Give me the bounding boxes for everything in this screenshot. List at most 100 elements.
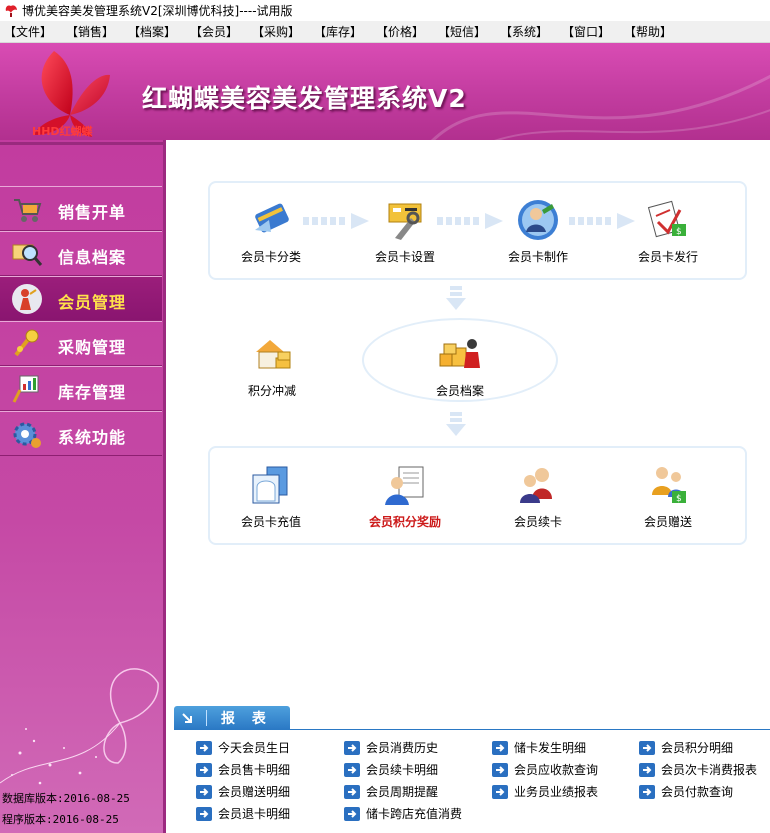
- arrow-right-icon: [196, 762, 212, 777]
- sidebar-item-system[interactable]: 系统功能: [0, 411, 162, 456]
- card-recharge-icon: [252, 466, 288, 504]
- arrow-right-icon: [344, 806, 360, 821]
- sidebar-item-stock[interactable]: 库存管理: [0, 366, 162, 411]
- menu-stock[interactable]: 【库存】: [314, 23, 376, 40]
- menu-sales[interactable]: 【销售】: [66, 23, 128, 40]
- flow-label: 会员卡制作: [507, 250, 568, 264]
- app-title: 红蝴蝶美容美发管理系统V2: [142, 84, 467, 113]
- card-settings-icon: [388, 203, 422, 240]
- arrow-right-icon: [196, 740, 212, 755]
- sidebar: 销售开单 信息档案 会员管理 采购管理 库存管理 系统功能 数据库版本:2016…: [0, 140, 166, 833]
- arrow-right-icon: [492, 740, 508, 755]
- report-link-consumption-history[interactable]: 会员消费历史: [344, 739, 438, 756]
- flow-arrow-down-icon: [446, 412, 466, 436]
- member-card-category-button[interactable]: 会员卡分类: [221, 196, 321, 265]
- member-icon: [12, 284, 42, 314]
- flow-label: 会员卡充值: [240, 515, 301, 529]
- arrow-down-right-icon: [182, 713, 192, 723]
- menu-bar: 【文件】 【销售】 【档案】 【会员】 【采购】 【库存】 【价格】 【短信】 …: [0, 21, 770, 43]
- member-card-settings-button[interactable]: 会员卡设置: [355, 196, 455, 265]
- report-link-cycle-reminder[interactable]: 会员周期提醒: [344, 783, 438, 800]
- arrow-right-icon: [639, 762, 655, 777]
- member-card-issue-button[interactable]: $ 会员卡发行: [618, 196, 718, 265]
- sidebar-item-label: 销售开单: [58, 203, 127, 222]
- flow-label: 会员卡发行: [637, 250, 698, 264]
- arrow-right-icon: [344, 784, 360, 799]
- report-link-stored-card-detail[interactable]: 储卡发生明细: [492, 739, 586, 756]
- butterfly-decoration: [0, 668, 159, 785]
- svg-text:$: $: [676, 227, 682, 237]
- report-divider: [290, 729, 770, 730]
- flow-label: 积分冲减: [247, 384, 296, 398]
- report-link-count-card-report[interactable]: 会员次卡消费报表: [639, 761, 757, 778]
- purchase-icon: [14, 329, 39, 357]
- report-link-card-refund-detail[interactable]: 会员退卡明细: [196, 805, 290, 822]
- cart-icon: [14, 199, 42, 222]
- member-archive-button[interactable]: 会员档案: [410, 330, 510, 399]
- sidebar-item-label: 库存管理: [58, 383, 127, 402]
- sidebar-item-label: 会员管理: [58, 293, 127, 312]
- report-tab-label: 报 表: [221, 711, 272, 727]
- arrow-right-icon: [196, 784, 212, 799]
- gear-icon: [13, 422, 41, 448]
- flow-label: 会员积分奖励: [368, 515, 441, 529]
- report-link-renewal-detail[interactable]: 会员续卡明细: [344, 761, 438, 778]
- svg-text:$: $: [676, 494, 682, 504]
- sidebar-item-sales[interactable]: 销售开单: [0, 186, 162, 231]
- sidebar-item-label: 信息档案: [58, 248, 127, 267]
- arrow-right-icon: [639, 784, 655, 799]
- member-gift-button[interactable]: $ 会员赠送: [618, 461, 718, 530]
- report-link-gift-detail[interactable]: 会员赠送明细: [196, 783, 290, 800]
- report-link-birthday-today[interactable]: 今天会员生日: [196, 739, 290, 756]
- member-archive-icon: [439, 339, 480, 368]
- sidebar-item-label: 采购管理: [58, 338, 127, 357]
- flow-label: 会员卡设置: [374, 250, 435, 264]
- member-renewal-icon: [520, 468, 552, 503]
- swirl-decoration: [431, 74, 770, 140]
- menu-file[interactable]: 【文件】: [4, 23, 66, 40]
- points-reward-icon: [385, 466, 424, 505]
- program-version: 程序版本:2016-08-25: [2, 813, 119, 826]
- member-points-reward-button[interactable]: 会员积分奖励: [355, 461, 455, 530]
- member-renewal-button[interactable]: 会员续卡: [488, 461, 588, 530]
- main-panel: 会员卡分类 会员卡设置 会员卡制作 $ 会员卡发行 积分冲减 会员档案 会员卡充…: [166, 140, 770, 833]
- flow-label: 会员档案: [435, 384, 484, 398]
- arrow-right-icon: [196, 806, 212, 821]
- arrow-right-icon: [492, 762, 508, 777]
- member-gift-icon: $: [652, 467, 686, 504]
- flow-label: 会员赠送: [643, 515, 692, 529]
- report-link-card-sales-detail[interactable]: 会员售卡明细: [196, 761, 290, 778]
- report-link-staff-performance[interactable]: 业务员业绩报表: [492, 783, 598, 800]
- stock-icon: [12, 375, 39, 403]
- menu-system[interactable]: 【系统】: [500, 23, 562, 40]
- sidebar-item-purchase[interactable]: 采购管理: [0, 321, 162, 366]
- menu-help[interactable]: 【帮助】: [624, 23, 686, 40]
- flow-arrow-down-icon: [446, 286, 466, 310]
- db-version: 数据库版本:2016-08-25: [2, 792, 130, 805]
- report-link-points-detail[interactable]: 会员积分明细: [639, 739, 733, 756]
- card-issue-icon: $: [647, 200, 686, 238]
- member-card-recharge-button[interactable]: 会员卡充值: [221, 461, 321, 530]
- points-deduction-button[interactable]: 积分冲减: [222, 330, 322, 399]
- window-title: 博优美容美发管理系统V2[深圳博优科技]----试用版: [22, 4, 293, 18]
- member-card-production-button[interactable]: 会员卡制作: [488, 196, 588, 265]
- report-link-receivables-query[interactable]: 会员应收款查询: [492, 761, 598, 778]
- menu-archive[interactable]: 【档案】: [128, 23, 190, 40]
- arrow-right-icon: [344, 762, 360, 777]
- report-link-payment-query[interactable]: 会员付款查询: [639, 783, 733, 800]
- menu-price[interactable]: 【价格】: [376, 23, 438, 40]
- points-house-icon: [256, 340, 291, 369]
- report-link-cross-store-recharge[interactable]: 储卡跨店充值消费: [344, 805, 462, 822]
- arrow-right-icon: [344, 740, 360, 755]
- sidebar-item-label: 系统功能: [58, 428, 127, 447]
- menu-sms[interactable]: 【短信】: [438, 23, 500, 40]
- title-bar[interactable]: 博优美容美发管理系统V2[深圳博优科技]----试用版: [0, 0, 770, 21]
- header-banner: HHD红蝴蝶 红蝴蝶美容美发管理系统V2: [0, 43, 770, 140]
- menu-window[interactable]: 【窗口】: [562, 23, 624, 40]
- menu-member[interactable]: 【会员】: [190, 23, 252, 40]
- report-tab[interactable]: 报 表: [174, 706, 290, 730]
- sidebar-item-archive[interactable]: 信息档案: [0, 231, 162, 276]
- sidebar-item-member[interactable]: 会员管理: [0, 276, 162, 321]
- arrow-right-icon: [639, 740, 655, 755]
- menu-purchase[interactable]: 【采购】: [252, 23, 314, 40]
